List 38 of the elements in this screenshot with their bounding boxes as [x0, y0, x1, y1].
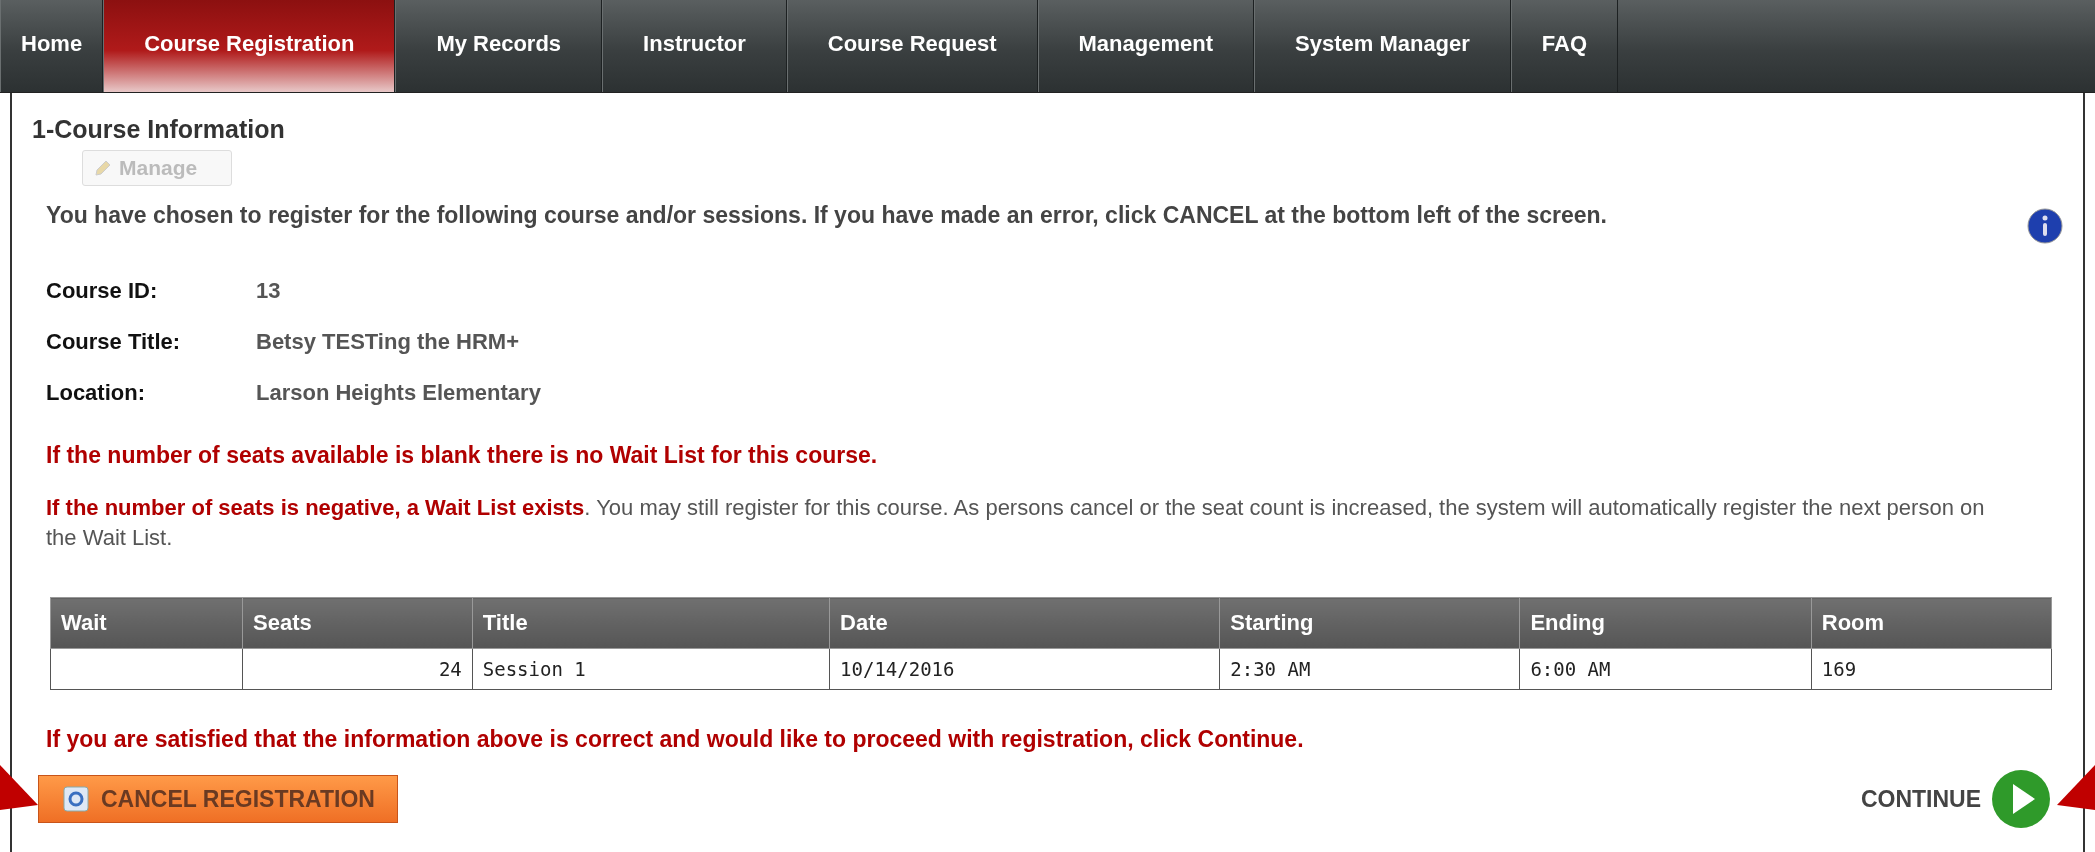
- column-header: Wait: [50, 597, 243, 649]
- column-header: Seats: [242, 597, 473, 649]
- arrow-annotation: [2055, 765, 2095, 810]
- field-value: Larson Heights Elementary: [256, 380, 542, 406]
- play-icon: [1991, 769, 2051, 829]
- column-header: Date: [829, 597, 1220, 649]
- confirm-notice: If you are satisfied that the information above is correct and would like to proceed with registration, click Continue.: [45, 726, 1305, 753]
- table-cell: 2:30 AM: [1219, 648, 1520, 690]
- section-title: 1-Course Information: [32, 115, 286, 144]
- nav-tab[interactable]: My Records: [395, 0, 603, 92]
- table-cell: 24: [242, 648, 473, 690]
- table-cell: 6:00 AM: [1519, 648, 1812, 690]
- nav-tab[interactable]: FAQ: [1510, 0, 1619, 92]
- nav-tab[interactable]: Management: [1037, 0, 1254, 92]
- arrow-annotation: [0, 765, 40, 810]
- column-header: Title: [472, 597, 830, 649]
- cancel-registration-button[interactable]: CANCEL REGISTRATION: [38, 775, 398, 823]
- field-label: Course ID:: [46, 278, 159, 304]
- info-icon[interactable]: [2027, 208, 2063, 244]
- nav-tab[interactable]: System Manager: [1254, 0, 1511, 92]
- nav-tab[interactable]: Instructor: [602, 0, 787, 92]
- table-cell: 10/14/2016: [829, 648, 1220, 690]
- continue-button[interactable]: CONTINUE: [1860, 769, 2051, 829]
- column-header: Starting: [1219, 597, 1520, 649]
- pencil-icon: [93, 158, 113, 178]
- nav-tab[interactable]: Course Request: [786, 0, 1038, 92]
- field-value: 13: [256, 278, 282, 304]
- field-label: Course Title:: [46, 329, 182, 355]
- nav-tab[interactable]: Course Registration: [103, 0, 396, 92]
- column-header: Room: [1811, 597, 2052, 649]
- field-label: Location:: [46, 380, 146, 406]
- intro-text: You have chosen to register for the following course and/or sessions. If you have made an error, click CANCEL at the bottom left of the screen.: [46, 201, 1608, 230]
- wait-list-notice: If the number of seats available is blank there is no Wait List for this course.: [45, 442, 879, 469]
- table-cell: 169: [1811, 648, 2052, 690]
- wait-list-paragraph: If the number of seats is negative, a Wait List exists. You may still register for this course. As persons cancel or the seat count is increased, the system will automatically register the next person on the Wait List.: [45, 494, 1986, 552]
- column-header: Ending: [1519, 597, 1812, 649]
- table-cell: Session 1: [472, 648, 830, 690]
- field-value: Betsy TESTing the HRM+: [256, 329, 521, 355]
